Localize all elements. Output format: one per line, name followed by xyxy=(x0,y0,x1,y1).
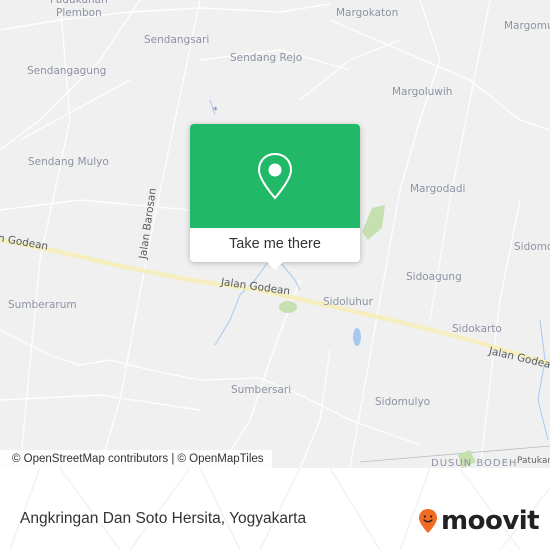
location-popup[interactable]: Take me there xyxy=(190,124,360,270)
place-label: Sidomo xyxy=(514,241,550,253)
popup-header xyxy=(190,124,360,228)
place-label: Sumbersari xyxy=(231,384,292,396)
place-label: Sidoagung xyxy=(406,271,462,283)
place-label: Sumberarum xyxy=(8,299,77,311)
place-label: Sendang Mulyo xyxy=(28,156,109,168)
place-label: Sidomulyo xyxy=(375,396,431,408)
place-label: Patukan xyxy=(517,456,550,466)
map-attribution[interactable]: © OpenStreetMap contributors | © OpenMap… xyxy=(0,450,272,468)
place-label: Sendang Rejo xyxy=(230,52,303,64)
location-title: Angkringan Dan Soto Hersita, Yogyakarta xyxy=(20,510,307,527)
park-area xyxy=(362,205,385,240)
moovit-wordmark: moovit xyxy=(441,506,540,536)
place-label: Sidoluhur xyxy=(323,296,373,308)
place-label: Margoluwih xyxy=(392,86,453,98)
place-label: Margokaton xyxy=(336,7,399,19)
moovit-pin-icon xyxy=(419,509,437,533)
place-label: Sidokarto xyxy=(452,323,502,335)
place-label: Sendangsari xyxy=(144,34,210,46)
place-label: Margodadi xyxy=(410,183,466,195)
poi-marker: * xyxy=(213,106,218,116)
place-label: Sendangagung xyxy=(27,65,107,77)
place-label: DUSUN BODEH xyxy=(431,458,518,468)
map-view[interactable]: * Padukuhan Plembon Sendangsari Margokato… xyxy=(0,0,550,468)
place-label: Padukuhan Plembon xyxy=(50,0,108,19)
pond xyxy=(353,328,361,346)
popup-pointer xyxy=(267,262,283,270)
place-label: Margomu xyxy=(504,20,550,32)
take-me-there-button[interactable]: Take me there xyxy=(190,228,360,262)
map-pin-icon xyxy=(257,152,293,200)
park-area xyxy=(279,301,297,313)
moovit-logo[interactable]: moovit xyxy=(418,506,540,536)
footer-bar: Angkringan Dan Soto Hersita, Yogyakarta … xyxy=(0,468,550,550)
